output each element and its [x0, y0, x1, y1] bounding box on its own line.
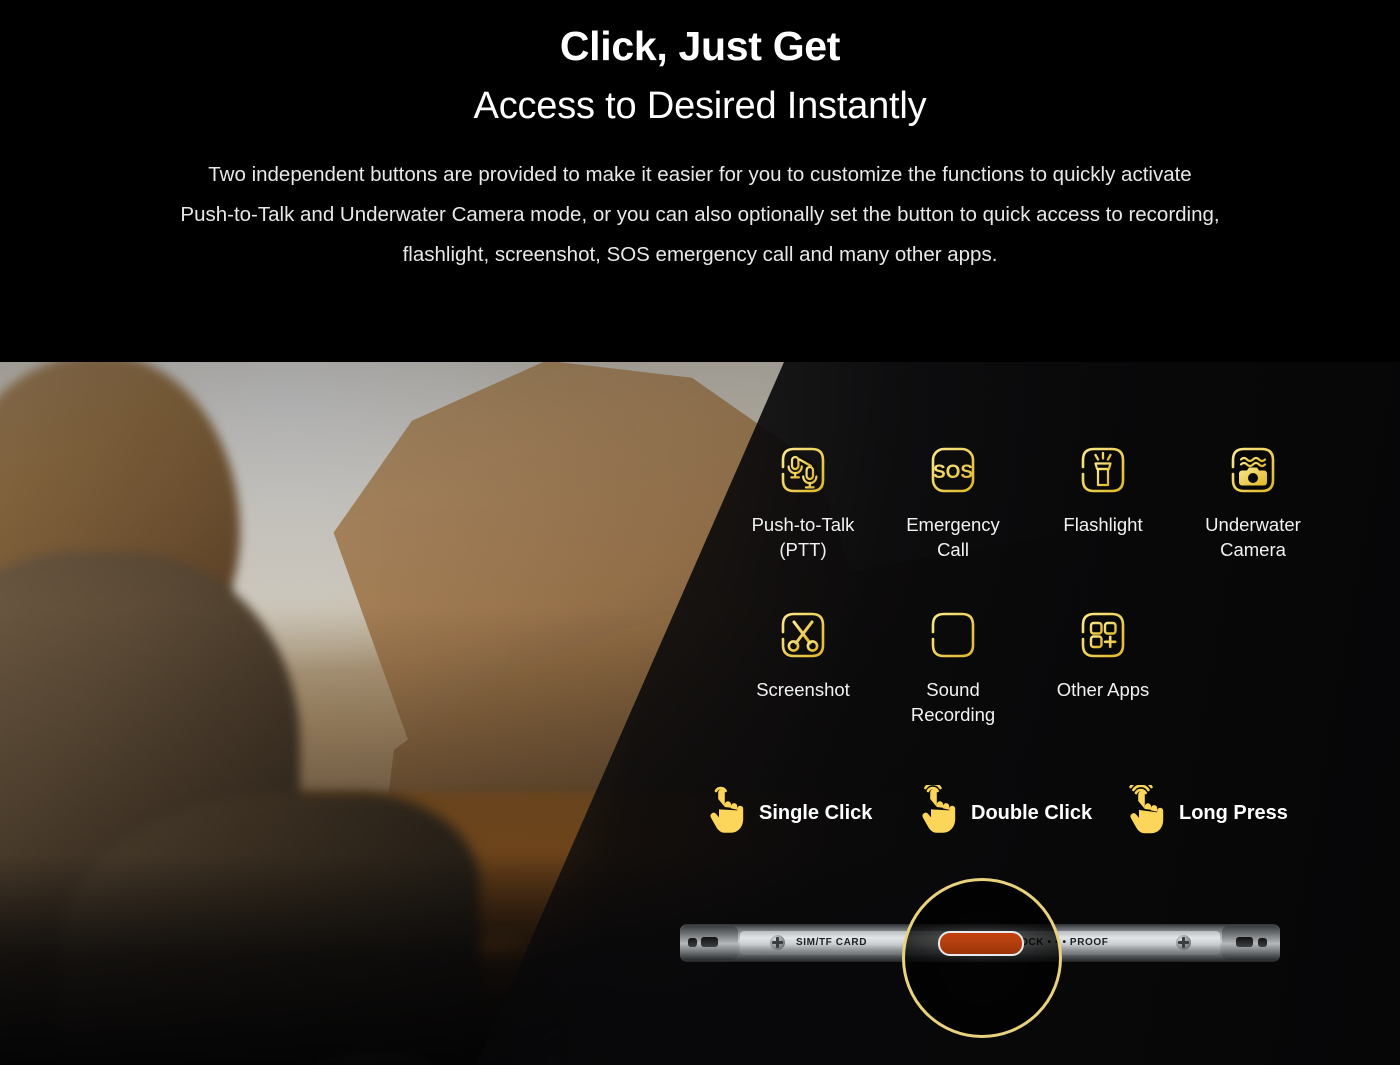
edge-slot-3 — [1236, 937, 1253, 947]
sos-text: SOS — [933, 462, 973, 483]
long-press-hand-icon — [1120, 785, 1172, 841]
feature-label-line1: Sound — [926, 679, 980, 700]
edge-slot-4 — [1258, 938, 1267, 947]
edge-slot-1 — [688, 938, 697, 947]
feature-label-line1: Underwater — [1205, 514, 1301, 535]
push-to-talk-icon — [773, 440, 833, 500]
gesture-double-click[interactable]: Double Click — [912, 785, 1092, 841]
feature-label: Other Apps — [1028, 678, 1178, 703]
feature-row-1: Push-to-Talk (PTT) SOS Emergency Call Fl… — [728, 440, 1328, 562]
feature-label: Emergency Call — [878, 513, 1028, 562]
feature-label-line1: Other Apps — [1056, 679, 1150, 700]
gesture-single-click[interactable]: Single Click — [700, 785, 872, 841]
header-section: Click, Just Get Access to Desired Instan… — [0, 0, 1400, 362]
feature-label-line1: Screenshot — [756, 679, 850, 700]
feature-label-line1: Push-to-Talk — [751, 514, 855, 535]
feature-emergency-call[interactable]: SOS Emergency Call — [878, 440, 1028, 562]
gesture-label: Long Press — [1179, 801, 1288, 824]
gesture-label: Single Click — [759, 801, 873, 824]
other-apps-grid-icon — [1073, 605, 1133, 665]
feature-panel: Push-to-Talk (PTT) SOS Emergency Call Fl… — [680, 362, 1400, 1065]
gesture-long-press[interactable]: Long Press — [1120, 785, 1288, 841]
feature-screenshot[interactable]: Screenshot — [728, 605, 878, 727]
underwater-camera-icon — [1223, 440, 1283, 500]
feature-label: Sound Recording — [878, 678, 1028, 727]
sos-icon: SOS — [923, 440, 983, 500]
product-feature-page: Click, Just Get Access to Desired Instan… — [0, 0, 1400, 1065]
feature-label-line1: Emergency — [906, 514, 1000, 535]
sound-recording-waveform-icon — [923, 605, 983, 665]
description-text: Two independent buttons are provided to … — [180, 162, 1220, 266]
single-click-hand-icon — [700, 785, 752, 841]
page-title: Click, Just Get — [559, 23, 841, 69]
double-click-hand-icon — [912, 785, 964, 841]
button-highlight-circle — [902, 878, 1062, 1038]
feature-label: Screenshot — [728, 678, 878, 703]
edge-slot-2 — [701, 937, 718, 947]
edge-screw-right — [1176, 935, 1191, 950]
feature-label: Underwater Camera — [1178, 513, 1328, 562]
feature-row-2: Screenshot Sound Recording Other Apps — [728, 605, 1178, 727]
hero-image-section: Push-to-Talk (PTT) SOS Emergency Call Fl… — [0, 362, 1400, 1065]
flashlight-icon — [1073, 440, 1133, 500]
feature-label-line1: Flashlight — [1063, 514, 1143, 535]
feature-label-line2: Recording — [910, 703, 996, 725]
feature-underwater-camera[interactable]: Underwater Camera — [1178, 440, 1328, 562]
phone-side-edge: SIM/TF CARD SHOCK • • • PROOF — [680, 878, 1300, 1038]
edge-screw-left — [770, 935, 785, 950]
custom-button[interactable] — [938, 931, 1024, 956]
feature-other-apps[interactable]: Other Apps — [1028, 605, 1178, 727]
feature-label-line2: Camera — [1220, 538, 1286, 560]
gesture-label: Double Click — [971, 801, 1093, 824]
feature-flashlight[interactable]: Flashlight — [1028, 440, 1178, 562]
screenshot-scissors-icon — [773, 605, 833, 665]
feature-label-line2: (PTT) — [779, 538, 827, 560]
feature-push-to-talk[interactable]: Push-to-Talk (PTT) — [728, 440, 878, 562]
sim-tf-card-label: SIM/TF CARD — [796, 937, 868, 948]
gesture-row: Single Click Double Click Long Press — [700, 777, 1400, 847]
page-subtitle: Access to Desired Instantly — [473, 84, 927, 127]
feature-sound-recording[interactable]: Sound Recording — [878, 605, 1028, 727]
feature-label: Push-to-Talk (PTT) — [728, 513, 878, 562]
feature-label: Flashlight — [1028, 513, 1178, 538]
feature-label-line2: Call — [937, 538, 969, 560]
